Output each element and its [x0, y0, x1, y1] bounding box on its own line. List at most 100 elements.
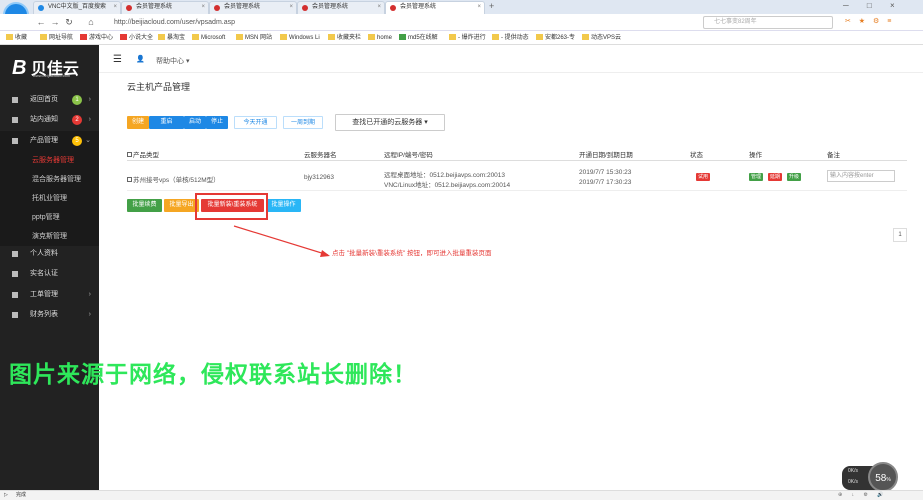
sidebar-item-products[interactable]: 产品管理 5 ⌄: [0, 131, 99, 151]
help-center-link[interactable]: 帮助中心 ▾: [156, 56, 189, 66]
sidebar-item-home[interactable]: 返回首页 1 ›: [0, 90, 99, 110]
status-text: 完成: [16, 492, 27, 498]
sidebar-item-profile[interactable]: 个人资料: [0, 244, 99, 264]
sidebar-item-tickets[interactable]: 工单管理 ›: [0, 285, 99, 305]
main-content: 云主机产品管理 创建 重启 启动 停止 今天开通 一周到期 查找已开通的云服务器…: [99, 73, 923, 490]
bookmark-item[interactable]: home: [368, 33, 392, 43]
bookmark-item[interactable]: md5在线解: [399, 33, 438, 43]
bookmark-item[interactable]: - 爆炸进行: [449, 33, 486, 43]
menu-toggle-icon[interactable]: ☰: [113, 54, 122, 65]
watermark-text: 图片来源于网络，侵权联系站长删除！: [9, 361, 417, 387]
close-icon[interactable]: ×: [289, 2, 293, 13]
browser-tab[interactable]: 会员管理系统 ×: [297, 1, 385, 14]
browser-tab-active[interactable]: 会员管理系统 ×: [385, 1, 485, 14]
close-icon[interactable]: ×: [477, 2, 481, 13]
sidebar-subitem-pptp[interactable]: pptp管理: [0, 208, 99, 227]
status-badge: 试用: [696, 173, 711, 181]
create-button[interactable]: 创建: [127, 116, 149, 129]
column-header: 状态: [690, 152, 703, 159]
baidu-icon: [38, 5, 44, 11]
user-icon[interactable]: 👤: [136, 55, 145, 63]
browser-tab[interactable]: 会员管理系统 ×: [209, 1, 297, 14]
close-icon[interactable]: ×: [113, 2, 117, 13]
bookmark-item[interactable]: 收藏: [6, 33, 27, 43]
forward-icon[interactable]: →: [50, 17, 60, 27]
upgrade-button[interactable]: 升级: [787, 173, 802, 181]
bookmark-item[interactable]: 动态VPS云: [582, 33, 621, 43]
sidebar-subitem-hosting[interactable]: 托机业管理: [0, 189, 99, 208]
row-checkbox[interactable]: [127, 177, 132, 182]
server-search-dropdown[interactable]: 查找已开通的云服务器 ▾: [335, 114, 445, 131]
speed-gauge[interactable]: 58%: [868, 462, 898, 492]
sidebar: B 贝佳云 www.beijiacloud.com 返回首页 1 › 站内通知 2 › …: [0, 45, 99, 490]
annotation-arrow: [233, 225, 330, 257]
reload-icon[interactable]: ↻: [64, 17, 74, 27]
table-row: 苏州接号vps（单核/512M型） bjy312963 远程桌面地址：0512.…: [127, 163, 907, 191]
bookmark-item[interactable]: Windows Li: [280, 33, 320, 43]
close-icon[interactable]: ×: [201, 2, 205, 13]
column-header: 操作: [749, 152, 762, 159]
stop-button[interactable]: 停止: [206, 116, 228, 129]
bookmark-item[interactable]: 暴淘宝: [158, 33, 185, 43]
site-icon: [302, 5, 308, 11]
chevron-right-icon: ›: [88, 311, 91, 318]
site-icon: [214, 5, 220, 11]
count-badge: 1: [72, 95, 82, 105]
url-field[interactable]: http://beijiacloud.com/user/vpsadm.asp: [104, 16, 664, 29]
batch-renew-button[interactable]: 批量续费: [127, 199, 162, 212]
bookmark-item[interactable]: 游戏中心: [80, 33, 113, 43]
bookmark-item[interactable]: 小说大全: [120, 33, 153, 43]
address-bar: ← → ↻ ⌂ http://beijiacloud.com/user/vpsa…: [0, 14, 923, 31]
back-icon[interactable]: ←: [36, 17, 46, 27]
expire-week-button[interactable]: 一周到期: [283, 116, 323, 129]
bookmark-item[interactable]: 安都263-专: [536, 33, 575, 43]
column-header: 云服务器名: [304, 152, 337, 159]
browser-tab[interactable]: 会员管理系统 ×: [121, 1, 209, 14]
select-all-checkbox[interactable]: [127, 152, 132, 157]
status-icons[interactable]: ⊕ ↓ ⚙ 🔊: [838, 491, 888, 500]
home-icon: [12, 97, 18, 103]
batch-export-button[interactable]: 批量导出: [164, 199, 199, 212]
count-badge: 2: [72, 115, 82, 125]
pagination-page[interactable]: 1: [893, 228, 907, 242]
home-icon[interactable]: ⌂: [86, 17, 96, 27]
sidebar-subitem-cloud[interactable]: 云服务器管理: [0, 151, 99, 170]
note-input[interactable]: 输入内容按enter: [827, 170, 895, 182]
opened-today-button[interactable]: 今天开通: [234, 116, 277, 129]
batch-operation-button[interactable]: 批量操作: [266, 199, 301, 212]
bookmark-item[interactable]: Microsoft: [192, 33, 225, 43]
column-header: 产品类型: [127, 149, 159, 159]
close-icon[interactable]: ×: [377, 2, 381, 13]
browser-search-input[interactable]: 七七事变82周年: [703, 16, 833, 29]
extend-button[interactable]: 延期: [768, 173, 783, 181]
bookmark-item[interactable]: - 提供动态: [492, 33, 529, 43]
sidebar-item-notice[interactable]: 站内通知 2 ›: [0, 110, 99, 130]
window-controls[interactable]: ─ □ ×: [843, 1, 903, 10]
column-header: 备注: [827, 152, 840, 159]
bookmark-item[interactable]: MSN 网站: [236, 33, 272, 43]
open-date-cell: 2019/7/7 15:30:23: [579, 169, 632, 176]
manage-button[interactable]: 管理: [749, 173, 764, 181]
chevron-right-icon: ›: [88, 291, 91, 298]
site-icon: [126, 5, 132, 11]
sidebar-item-verify[interactable]: 实名认证: [0, 264, 99, 284]
annotation-text: 点击 "批量新装\重装系统" 按钮，即可进入批量重装页面: [332, 250, 492, 257]
column-header: 开通日期/到期日期: [579, 152, 633, 159]
site-icon: [390, 5, 396, 11]
chevron-down-icon: ⌄: [85, 137, 91, 144]
id-card-icon: [12, 271, 18, 277]
bookmark-item[interactable]: 网址导航: [40, 33, 73, 43]
new-tab-button[interactable]: +: [489, 1, 494, 11]
start-button[interactable]: 启动: [184, 116, 206, 129]
sidebar-item-finance[interactable]: 财务列表 ›: [0, 305, 99, 325]
server-name-cell: bjy312963: [304, 174, 334, 181]
toolbar-icons[interactable]: ✂ ★ ⚙ ≡: [845, 17, 894, 25]
browser-tab[interactable]: VNC中文版_百度搜索 ×: [33, 1, 121, 14]
column-header: 远程IP/端号/密码: [384, 152, 433, 159]
remote-desktop-cell: 远程桌面地址：0512.beijiavps.com:20013: [384, 172, 506, 179]
server-icon: [12, 138, 18, 144]
expire-date-cell: 2019/7/7 17:30:23: [579, 179, 632, 186]
bookmark-item[interactable]: 收藏夹栏: [328, 33, 361, 43]
restart-button[interactable]: 重启: [149, 116, 184, 129]
sidebar-subitem-hybrid[interactable]: 混合服务器管理: [0, 170, 99, 189]
